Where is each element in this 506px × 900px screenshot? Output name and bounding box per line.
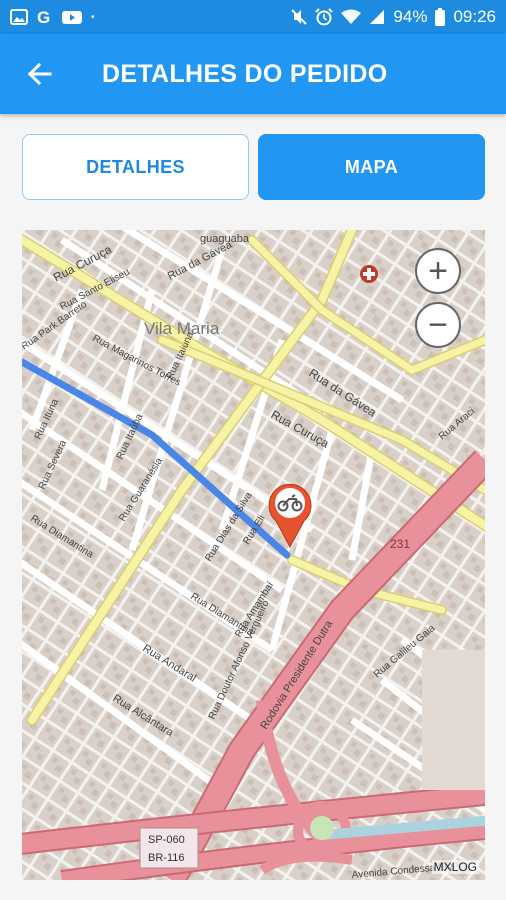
status-bar: G • 94% 09:26 <box>0 0 506 34</box>
label-vila-maria: Vila Maria <box>144 319 220 338</box>
youtube-icon <box>62 10 82 24</box>
notification-dot: • <box>91 11 95 23</box>
alarm-icon <box>315 8 334 26</box>
shield-br-116: BR-116 <box>148 852 184 864</box>
status-right: 94% 09:26 <box>291 7 496 27</box>
industrial-area <box>422 650 485 790</box>
svg-text:G: G <box>37 8 50 26</box>
mute-icon <box>291 9 308 25</box>
tab-detalhes[interactable]: DETALHES <box>22 134 249 200</box>
tab-mapa[interactable]: MAPA <box>258 134 485 200</box>
status-left: G • <box>10 8 95 26</box>
label-road-231: 231 <box>390 537 410 551</box>
back-button[interactable] <box>0 34 78 114</box>
zoom-in-button[interactable]: + <box>415 248 461 294</box>
map-view[interactable]: Vila Maria Rua Curuça Rua Curuça Rua da … <box>22 230 485 880</box>
tab-bar: DETALHES MAPA <box>22 134 485 200</box>
google-icon: G <box>37 8 50 26</box>
clock: 09:26 <box>453 7 496 26</box>
plus-icon: + <box>428 252 448 290</box>
map-attribution: MXLOG <box>431 860 479 874</box>
wifi-icon <box>341 9 362 24</box>
label-guaguaba: guaguaba <box>200 233 250 245</box>
hospital-cross-icon <box>360 265 378 283</box>
route-shields: SP-060 BR-116 <box>139 827 199 869</box>
gallery-icon <box>10 9 28 25</box>
zoom-out-button[interactable]: − <box>415 302 461 348</box>
shield-sp-060: SP-060 <box>148 834 185 846</box>
green-area <box>310 816 334 840</box>
arrow-back-icon <box>27 62 52 86</box>
battery-percent: 94% <box>393 7 428 26</box>
minus-icon: − <box>428 306 448 344</box>
battery-icon <box>435 8 446 26</box>
app-bar: DETALHES DO PEDIDO <box>0 34 506 114</box>
signal-icon <box>370 10 385 24</box>
page-title: DETALHES DO PEDIDO <box>102 59 388 88</box>
